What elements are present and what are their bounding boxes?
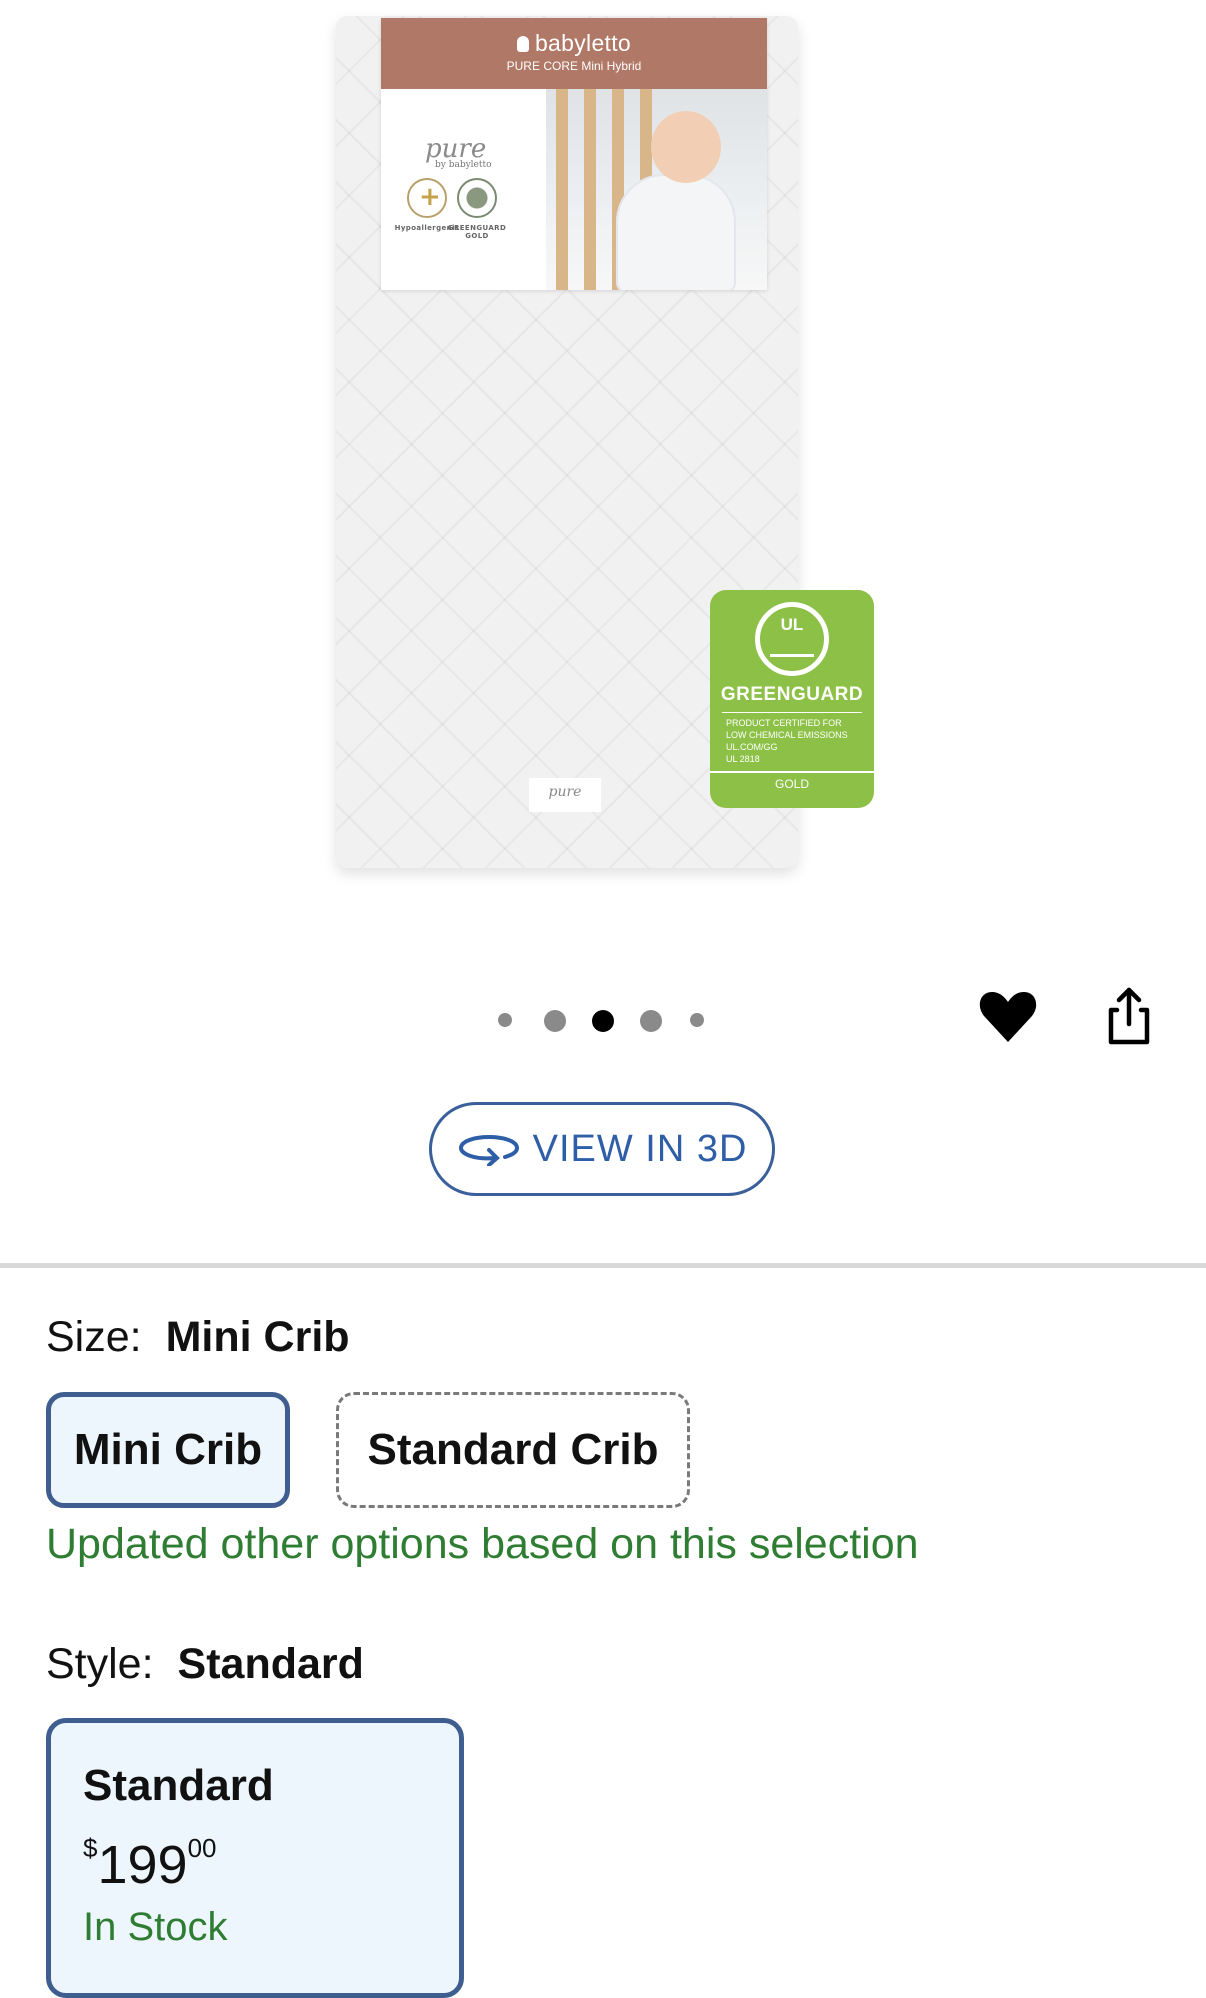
style-label-row: Style: Standard <box>46 1640 364 1689</box>
carousel-dot-active[interactable] <box>592 1010 614 1032</box>
pure-logo: pure by babyletto <box>425 134 492 170</box>
size-option-standard-crib[interactable]: Standard Crib <box>336 1392 690 1508</box>
size-selected-value: Mini Crib <box>165 1313 350 1361</box>
availability-status: In Stock <box>83 1905 228 1949</box>
pure-tag-logo: pure <box>529 778 601 812</box>
greenguard-title: GREENGUARD <box>720 684 864 705</box>
selection-update-message: Updated other options based on this sele… <box>46 1520 919 1568</box>
carousel-dots <box>492 1006 710 1032</box>
style-option-name: Standard <box>83 1761 274 1810</box>
view-in-3d-button[interactable]: VIEW IN 3D <box>429 1102 775 1196</box>
favorite-button[interactable] <box>976 984 1040 1048</box>
product-gallery[interactable]: babyletto PURE CORE Mini Hybrid pure by … <box>0 0 1206 1263</box>
greenguard-icon <box>457 178 497 218</box>
baby-photo <box>546 89 767 290</box>
model-name: PURE CORE Mini Hybrid <box>506 59 642 73</box>
greenguard-badge: UL GREENGUARD PRODUCT CERTIFIED FOR LOW … <box>710 590 874 808</box>
ul-logo-icon: UL <box>755 602 829 676</box>
carousel-dot[interactable] <box>544 1010 566 1032</box>
carousel-dot[interactable] <box>640 1010 662 1032</box>
share-icon <box>1108 987 1150 1045</box>
brand-name: babyletto <box>534 30 632 56</box>
heart-icon <box>979 992 1037 1042</box>
section-divider <box>0 1263 1206 1268</box>
price: $19900 <box>83 1833 217 1895</box>
greenguard-gold-cert: GREENGUARD GOLD <box>437 178 517 240</box>
bear-logo-icon <box>516 36 529 52</box>
size-option-mini-crib[interactable]: Mini Crib <box>46 1392 290 1508</box>
style-selected-value: Standard <box>177 1640 364 1688</box>
label-header: babyletto PURE CORE Mini Hybrid <box>381 18 767 89</box>
share-button[interactable] <box>1097 984 1161 1048</box>
size-label-row: Size: Mini Crib <box>46 1313 350 1362</box>
view-in-3d-label: VIEW IN 3D <box>532 1127 748 1170</box>
greenguard-details: PRODUCT CERTIFIED FOR LOW CHEMICAL EMISS… <box>726 718 848 764</box>
style-option-standard[interactable]: Standard $19900 In Stock <box>46 1718 464 1998</box>
rotate-3d-icon <box>458 1134 519 1166</box>
greenguard-level: GOLD <box>710 771 874 791</box>
style-label: Style: <box>46 1640 154 1688</box>
size-label: Size: <box>46 1313 142 1361</box>
carousel-dot[interactable] <box>690 1013 704 1027</box>
product-label-card: babyletto PURE CORE Mini Hybrid pure by … <box>381 18 767 290</box>
carousel-dot[interactable] <box>498 1013 512 1027</box>
